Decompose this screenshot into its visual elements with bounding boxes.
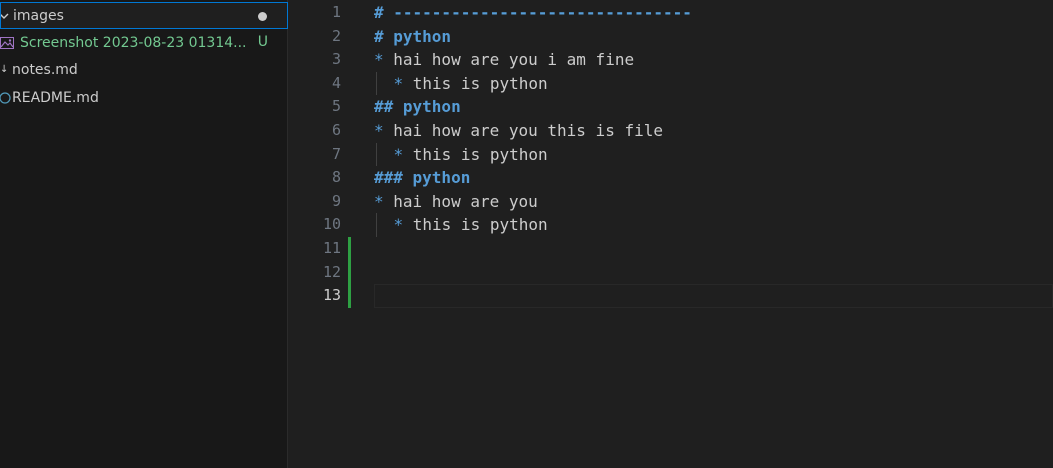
image-icon — [0, 36, 14, 49]
file-label: notes.md — [12, 61, 78, 78]
line-text: # ------------------------------- — [374, 3, 692, 22]
editor-line[interactable]: 10 * this is python — [289, 213, 1053, 237]
folder-label: images — [13, 7, 64, 24]
bullet-marker: * — [393, 73, 413, 93]
line-code: * hai how are you this is file — [374, 119, 663, 143]
line-number: 5 — [331, 97, 341, 116]
bullet-marker: * — [374, 191, 394, 211]
editor-line[interactable]: 5 ## python — [289, 95, 1053, 119]
markdown-icon: ↓ — [0, 64, 9, 75]
current-line-highlight — [374, 284, 1053, 309]
line-text: hai how are you this is file — [393, 121, 663, 140]
editor-line[interactable]: 1 # ------------------------------- — [289, 1, 1053, 25]
code-editor[interactable]: 1 # ------------------------------- 2 # … — [289, 0, 1053, 468]
line-number: 7 — [331, 144, 341, 163]
file-readme[interactable]: README.md — [0, 84, 288, 111]
file-notes[interactable]: ↓ notes.md — [0, 56, 288, 83]
line-text: this is python — [412, 73, 548, 93]
line-number: 3 — [331, 50, 341, 69]
editor-line[interactable]: 4 * this is python — [289, 71, 1053, 96]
line-code: * hai how are you — [374, 190, 538, 214]
editor-line[interactable]: 8 ### python — [289, 166, 1053, 190]
chevron-down-icon[interactable] — [0, 11, 9, 21]
line-code: * hai how are you i am fine — [374, 48, 634, 72]
git-untracked-badge: U — [257, 34, 268, 50]
line-number: 6 — [331, 121, 341, 139]
file-screenshot[interactable]: Screenshot 2023-08-23 01314... U — [0, 29, 288, 56]
bullet-marker: * — [393, 215, 413, 235]
git-added-marker — [348, 237, 351, 261]
indent-guide — [376, 142, 377, 167]
line-text: hai how are you i am fine — [393, 50, 635, 70]
line-text: this is python — [412, 144, 548, 164]
line-number: 10 — [322, 215, 341, 234]
editor-line[interactable]: 6 * hai how are you this is file — [289, 119, 1053, 143]
editor-line[interactable]: 9 * hai how are you — [289, 190, 1053, 214]
indent-guide — [376, 71, 377, 96]
folder-images[interactable]: images — [0, 2, 288, 29]
line-code: * this is python — [394, 72, 548, 96]
line-text: ## python — [374, 97, 461, 117]
line-number: 2 — [331, 26, 341, 45]
file-label: Screenshot 2023-08-23 01314... — [20, 34, 247, 51]
git-added-marker — [348, 260, 351, 285]
line-text: ### python — [374, 168, 471, 188]
info-icon — [0, 91, 11, 104]
line-number: 1 — [331, 3, 341, 21]
file-label: README.md — [12, 89, 99, 106]
editor-line[interactable]: 7 * this is python — [289, 142, 1053, 167]
line-code: * this is python — [394, 143, 548, 167]
line-number: 11 — [322, 239, 341, 257]
editor-line[interactable]: 2 # python — [289, 25, 1053, 49]
editor-line[interactable]: 3 * hai how are you i am fine — [289, 48, 1053, 72]
line-number: 4 — [331, 73, 341, 92]
indent-guide — [376, 213, 377, 237]
line-number: 12 — [322, 262, 341, 281]
line-number: 13 — [322, 286, 341, 305]
git-added-marker — [348, 284, 351, 308]
editor-line-current[interactable]: 13 — [289, 284, 1053, 309]
bullet-marker: * — [393, 144, 413, 164]
line-text: hai how are you — [393, 191, 538, 211]
line-text: # python — [374, 26, 452, 46]
explorer-sidebar: images Screenshot 2023-08-23 01314... U … — [0, 0, 288, 468]
line-number: 9 — [331, 191, 341, 210]
bullet-marker: * — [374, 121, 394, 140]
editor-line[interactable]: 11 — [289, 237, 1053, 261]
line-text: this is python — [412, 215, 548, 235]
line-number: 8 — [331, 168, 341, 187]
line-code: * this is python — [394, 213, 548, 237]
bullet-marker: * — [374, 50, 394, 70]
modified-dot-icon — [258, 12, 267, 21]
editor-line[interactable]: 12 — [289, 260, 1053, 285]
